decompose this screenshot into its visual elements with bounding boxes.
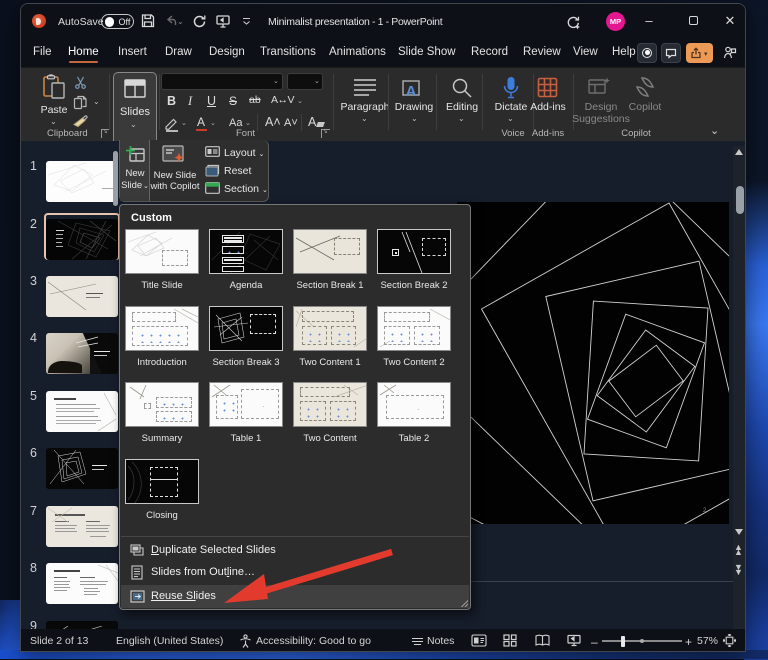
svg-text:A: A xyxy=(406,83,417,99)
